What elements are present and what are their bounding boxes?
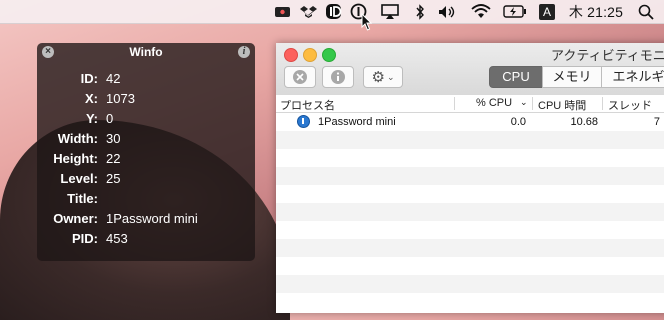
winfo-row-y: Y: 0	[37, 111, 255, 131]
sort-chevron-down-icon: ⌄	[520, 97, 528, 107]
tab-cpu[interactable]: CPU	[489, 66, 543, 88]
column-process-name[interactable]: プロセス名	[280, 97, 335, 113]
zoom-window-button[interactable]	[322, 48, 336, 62]
window-toolbar: アクティビティモニ ⚙ ⌄ CPU メモリ エネルギ	[276, 43, 664, 96]
1password-mini-icon	[297, 115, 310, 128]
table-row-empty	[276, 221, 664, 239]
column-divider	[454, 97, 455, 110]
minimize-window-button[interactable]	[303, 48, 317, 62]
column-divider	[602, 97, 603, 110]
airplay-icon[interactable]	[380, 2, 400, 21]
table-row-empty	[276, 185, 664, 203]
table-row-empty	[276, 275, 664, 293]
table-row[interactable]: 1Password mini 0.0 10.68 7	[276, 113, 664, 131]
bluetooth-icon[interactable]	[412, 2, 428, 21]
winfo-key: Owner:	[53, 211, 98, 226]
winfo-key: ID:	[80, 71, 98, 86]
battery-icon[interactable]	[503, 2, 527, 21]
column-cpu-time[interactable]: CPU 時間	[538, 97, 586, 113]
winfo-key: PID:	[72, 231, 98, 246]
table-row-empty	[276, 149, 664, 167]
column-cpu-percent[interactable]: % CPU	[476, 97, 512, 109]
winfo-value: 30	[106, 131, 121, 146]
winfo-key: Title:	[67, 191, 98, 206]
column-divider	[532, 97, 533, 110]
mouse-cursor-icon	[360, 12, 374, 31]
winfo-row-pid: PID: 453	[37, 231, 255, 251]
1password-icon[interactable]	[323, 2, 343, 21]
wifi-icon[interactable]	[470, 2, 492, 21]
winfo-value: 22	[106, 151, 121, 166]
spotlight-icon[interactable]	[636, 2, 656, 21]
winfo-value: 1073	[106, 91, 135, 106]
info-icon[interactable]: i	[238, 46, 250, 58]
winfo-row-x: X: 1073	[37, 91, 255, 111]
stop-icon	[293, 70, 307, 84]
winfo-row-height: Height: 22	[37, 151, 255, 171]
chevron-down-icon: ⌄	[386, 71, 395, 82]
table-row-empty	[276, 167, 664, 185]
stop-process-button[interactable]	[284, 66, 316, 88]
winfo-value: 42	[106, 71, 121, 86]
winfo-panel: × Winfo i ID: 42 X: 1073 Y: 0 Width: 30 …	[37, 43, 255, 261]
volume-icon[interactable]	[437, 2, 457, 21]
winfo-row-level: Level: 25	[37, 171, 255, 191]
process-cpu: 0.0	[510, 116, 526, 128]
inspect-process-button[interactable]	[322, 66, 354, 88]
menu-bar: A 木 21:25	[0, 0, 664, 31]
winfo-row-title: Title:	[37, 191, 255, 211]
process-name: 1Password mini	[318, 116, 396, 128]
winfo-row-id: ID: 42	[37, 71, 255, 91]
close-window-button[interactable]	[284, 48, 298, 62]
winfo-row-width: Width: 30	[37, 131, 255, 151]
winfo-key: Y:	[85, 111, 98, 126]
table-row-empty	[276, 257, 664, 275]
tab-energy[interactable]: エネルギ	[601, 66, 664, 88]
info-icon	[331, 70, 345, 84]
table-row-empty	[276, 131, 664, 149]
winfo-value: 25	[106, 171, 121, 186]
winfo-key: X:	[85, 91, 98, 106]
menubar-clock[interactable]: 木 21:25	[566, 2, 626, 21]
table-header: プロセス名 % CPU ⌄ CPU 時間 スレッド	[276, 95, 664, 113]
column-threads[interactable]: スレッド	[608, 97, 652, 113]
app-icon[interactable]	[272, 2, 292, 21]
winfo-value: 453	[106, 231, 128, 246]
table-row-empty	[276, 293, 664, 311]
dropbox-icon[interactable]	[298, 2, 318, 21]
process-threads: 7	[653, 116, 660, 128]
activity-monitor-window: アクティビティモニ ⚙ ⌄ CPU メモリ エネルギ プロセス名 % CPU ⌄…	[276, 43, 664, 313]
winfo-row-owner: Owner: 1Password mini	[37, 211, 255, 231]
winfo-key: Width:	[57, 131, 98, 146]
gear-icon: ⚙	[371, 69, 385, 86]
tab-memory[interactable]: メモリ	[542, 66, 602, 88]
table-row-empty	[276, 203, 664, 221]
table-row-empty	[276, 239, 664, 257]
window-title: アクティビティモニ	[551, 48, 664, 63]
winfo-key: Level:	[60, 171, 98, 186]
winfo-key: Height:	[53, 151, 98, 166]
process-cpu-time: 10.68	[570, 116, 598, 128]
input-source-label: A	[539, 3, 555, 20]
winfo-value: 0	[106, 111, 114, 126]
actions-menu-button[interactable]: ⚙ ⌄	[363, 66, 403, 88]
winfo-value: 1Password mini	[106, 211, 198, 226]
winfo-title: Winfo	[129, 45, 163, 59]
input-source-icon[interactable]: A	[538, 2, 556, 21]
